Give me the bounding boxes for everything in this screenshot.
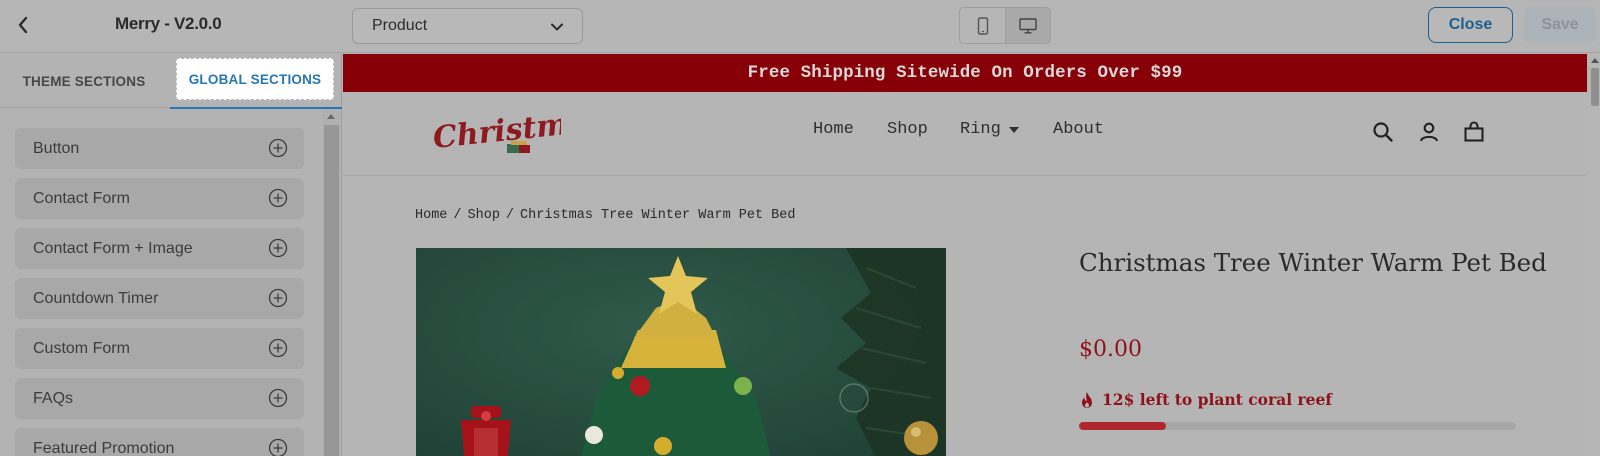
nav-item-home[interactable]: Home [813,120,854,139]
desktop-view-button[interactable] [1005,8,1050,43]
sections-sidebar: THEME SECTIONS GLOBAL SECTIONS Button Co… [0,54,342,456]
section-item-label: Custom Form [33,339,130,357]
nav-item-about[interactable]: About [1053,120,1104,139]
nav-item-shop[interactable]: Shop [887,120,928,139]
breadcrumb: Home / Shop / Christmas Tree Winter Warm Pet… [415,208,795,223]
section-item-countdown-timer[interactable]: Countdown Timer [15,278,304,319]
breadcrumb-separator: / [505,208,515,223]
breadcrumb-separator: / [453,208,462,223]
stock-progress-bar [1079,422,1516,430]
storefront-preview: Free Shipping Sitewide On Orders Over $9… [343,54,1587,456]
chevron-left-icon [18,16,28,34]
back-button[interactable] [12,12,34,38]
christmas-logo[interactable]: Christmas [431,104,561,164]
search-icon[interactable] [1371,120,1395,144]
add-circle-icon[interactable] [268,238,288,258]
product-image[interactable] [416,248,946,456]
section-item-contact-form[interactable]: Contact Form [15,178,304,219]
mobile-view-button[interactable] [960,8,1005,43]
section-item-custom-form[interactable]: Custom Form [15,328,304,369]
site-header: Christmas Home Shop Ring About [343,92,1587,176]
tab-theme-sections[interactable]: THEME SECTIONS [0,54,168,108]
app-title: Merry - V2.0.0 [115,14,222,33]
breadcrumb-current: Christmas Tree Winter Warm Pet Bed [520,208,796,223]
sidebar-scrollbar[interactable] [323,109,340,456]
add-circle-icon[interactable] [268,188,288,208]
account-icon[interactable] [1417,120,1441,144]
device-toggle [959,7,1051,44]
stock-message-text: 12$ left to plant coral reef [1102,390,1333,409]
caret-down-icon [1008,126,1019,133]
flame-icon [1082,391,1092,408]
theme-editor: Merry - V2.0.0 Product Close Save THEME … [0,0,1600,456]
section-item-label: Contact Form [33,189,130,207]
add-circle-icon[interactable] [268,388,288,408]
nav-item-ring-label: Ring [960,120,1001,139]
sidebar-scroll-thumb[interactable] [324,125,339,456]
scroll-up-arrow-icon[interactable] [327,114,335,119]
section-item-label: Countdown Timer [33,289,159,307]
top-toolbar: Merry - V2.0.0 Product Close Save [0,0,1600,53]
page-selector-value: Product [372,17,428,34]
breadcrumb-home[interactable]: Home [415,208,447,223]
page-selector[interactable]: Product [352,8,583,44]
add-circle-icon[interactable] [268,138,288,158]
section-item-featured-promotion[interactable]: Featured Promotion [15,428,304,456]
close-button[interactable]: Close [1428,7,1513,43]
mobile-icon [977,16,988,35]
add-circle-icon[interactable] [268,438,288,456]
section-item-contact-form-image[interactable]: Contact Form + Image [15,228,304,269]
section-item-faqs[interactable]: FAQs [15,378,304,419]
tab-global-sections-label: GLOBAL SECTIONS [176,58,334,100]
scroll-up-arrow-icon[interactable] [1591,58,1599,63]
nav-item-ring[interactable]: Ring [960,120,1021,139]
tab-global-sections[interactable]: GLOBAL SECTIONS [170,54,342,109]
announcement-bar: Free Shipping Sitewide On Orders Over $9… [343,54,1587,92]
stock-message: 12$ left to plant coral reef [1079,390,1332,409]
stock-progress-fill [1079,422,1167,430]
sidebar-tabs: THEME SECTIONS GLOBAL SECTIONS [0,54,342,109]
save-button[interactable]: Save [1524,7,1596,43]
section-item-label: Contact Form + Image [33,239,193,257]
section-item-button[interactable]: Button [15,128,304,169]
logo-wordmark: Christmas [431,104,561,156]
cart-icon[interactable] [1462,120,1486,144]
desktop-icon [1019,17,1037,34]
breadcrumb-shop[interactable]: Shop [468,208,500,223]
chevron-down-icon [551,23,563,31]
product-price: $0.00 [1079,337,1142,362]
add-circle-icon[interactable] [268,288,288,308]
section-item-label: Button [33,139,80,157]
section-item-label: Featured Promotion [33,439,175,456]
preview-scrollbar[interactable] [1590,54,1600,456]
product-title: Christmas Tree Winter Warm Pet Bed [1079,248,1547,277]
add-circle-icon[interactable] [268,338,288,358]
section-item-label: FAQs [33,389,74,407]
preview-scroll-thumb[interactable] [1591,68,1599,106]
section-list: Button Contact Form Contact Form + Image… [0,109,322,456]
